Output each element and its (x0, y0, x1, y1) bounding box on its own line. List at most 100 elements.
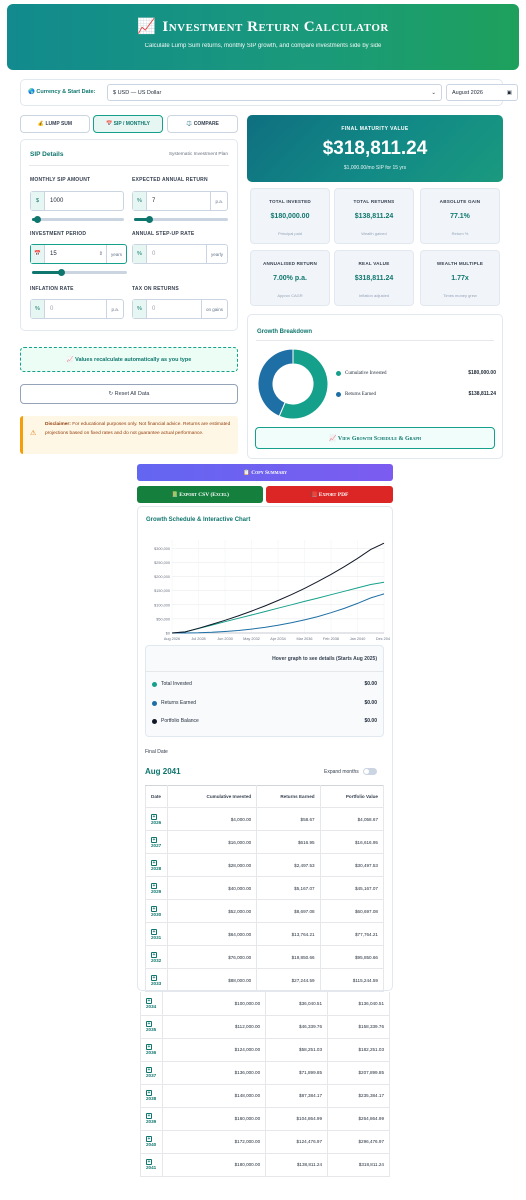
y-tick-label: $200,000 (154, 575, 170, 579)
schedule-table-top: Date Cumulative Invested Returns Earned … (144, 785, 385, 992)
investment-period-slider[interactable] (32, 269, 127, 276)
table-row[interactable]: +2034 $100,000.00 $36,040.51 $136,040.51 (140, 992, 390, 1016)
stat-note: Approx CAGR (277, 293, 303, 298)
table-row[interactable]: +2040 $172,000.00 $124,476.97 $296,476.97 (140, 1130, 390, 1154)
copy-summary-button[interactable]: 📋 Copy Summary (137, 464, 393, 481)
monthly-sip-input[interactable]: $1000 (30, 191, 124, 211)
stat-note: Return % (451, 231, 469, 236)
stat-value: 1.77x (451, 275, 469, 282)
invested-cell: $76,000.00 (167, 945, 258, 969)
returns-cell: $71,899.85 (265, 1061, 329, 1085)
year-cell: +2030 (144, 899, 169, 923)
invested-cell: $40,000.00 (167, 876, 258, 900)
step-up-input[interactable]: % 0 yearly (132, 244, 228, 264)
start-date-input[interactable]: August 2026 ▣ (446, 84, 518, 101)
toggle-switch[interactable] (362, 768, 377, 775)
year-cell: +2033 (144, 968, 169, 992)
returns-cell: $138,811.24 (265, 1153, 329, 1177)
stat-card: ANNUALISED RETURN 7.00% p.a. Approx CAGR (250, 250, 330, 306)
portfolio-cell: $4,058.67 (320, 807, 385, 831)
stat-card: TOTAL RETURNS $138,811.24 Wealth gained (334, 188, 414, 244)
sip-title: SIP Details (30, 151, 64, 158)
year-cell: +2041 (140, 1153, 163, 1177)
monthly-sip-slider[interactable] (32, 216, 124, 223)
table-row[interactable]: +2026 $4,000.00 $58.67 $4,058.67 (144, 807, 385, 831)
invested-cell: $4,000.00 (167, 807, 258, 831)
hover-title: Hover graph to see details (Starts Aug 2… (272, 656, 377, 662)
table-row[interactable]: +2041 $180,000.00 $138,811.24 $318,811.24 (140, 1153, 390, 1177)
returns-cell: $58,251.03 (265, 1038, 329, 1062)
growth-line-chart[interactable]: $0 $50,000 $100,000 $150,000 $200,000 $250,00… (140, 530, 390, 648)
expected-return-input[interactable]: % 7 p.a. (132, 191, 228, 211)
table-row[interactable]: +2030 $52,000.00 $8,697.08 $60,697.08 (144, 899, 385, 923)
portfolio-cell: $16,616.95 (320, 830, 385, 854)
portfolio-cell: $60,697.08 (320, 899, 385, 923)
chart-up-icon: 📈 (137, 19, 157, 35)
dot-invested (152, 681, 157, 687)
table-row[interactable]: +2035 $112,000.00 $46,339.76 $158,339.76 (140, 1015, 390, 1039)
table-row[interactable]: +2037 $136,000.00 $71,899.85 $207,899.85 (140, 1061, 390, 1085)
stat-value: $318,811.24 (354, 275, 394, 282)
tax-input[interactable]: % 0 on gains (132, 299, 228, 319)
inflation-input[interactable]: % 0 p.a. (30, 299, 124, 319)
stat-label: TOTAL RETURNS (353, 199, 395, 204)
monthly-sip-label: MONTHLY SIP AMOUNT (30, 177, 91, 183)
view-schedule-button[interactable]: 📈 View Growth Schedule & Graph (255, 427, 495, 449)
year-label: 2036 (146, 1050, 157, 1055)
invested-cell: $136,000.00 (162, 1061, 267, 1085)
app-subtitle: Calculate Lump Sum returns, monthly SIP … (144, 43, 382, 49)
calendar-icon: ▣ (506, 89, 512, 96)
returns-cell: $13,764.21 (256, 922, 321, 946)
slider-knob[interactable] (146, 216, 154, 223)
invested-cell: $180,000.00 (162, 1153, 267, 1177)
portfolio-cell: $158,339.76 (327, 1015, 390, 1039)
tab-compare[interactable]: ⚖️ COMPARE (167, 115, 238, 133)
table-row[interactable]: +2031 $64,000.00 $13,764.21 $77,764.21 (144, 922, 385, 946)
stepper-arrows-icon[interactable]: ⇕ (99, 251, 106, 257)
divider (29, 165, 229, 166)
disclaimer: ⚠ Disclaimer: For educational purposes on… (20, 416, 238, 454)
invested-cell: $52,000.00 (167, 899, 258, 923)
export-pdf-button[interactable]: 📕 Export PDF (266, 486, 393, 503)
portfolio-cell: $115,244.59 (320, 968, 385, 992)
tab-sip-monthly[interactable]: 📅 SIP / MONTHLY (93, 115, 163, 133)
x-tick-label: Jul 2028 (191, 637, 205, 641)
table-row[interactable]: +2028 $28,000.00 $2,497.53 $30,497.53 (144, 853, 385, 877)
tab-lump-sum[interactable]: 💰 LUMP SUM (20, 115, 90, 133)
returns-cell: $87,384.17 (265, 1084, 329, 1108)
y-tick-label: $300,000 (154, 547, 170, 551)
investment-period-input[interactable]: 📅 15 ⇕ years (30, 244, 127, 264)
expand-months-toggle[interactable]: Expand months (324, 768, 377, 775)
table-row[interactable]: +2039 $160,000.00 $104,864.99 $264,864.99 (140, 1107, 390, 1131)
invested-cell: $112,000.00 (162, 1015, 267, 1039)
stat-value: 77.1% (450, 213, 470, 220)
x-tick-label: May 2032 (243, 637, 260, 641)
year-label: 2032 (151, 957, 162, 963)
maturity-value: $318,811.24 (322, 138, 428, 159)
table-row[interactable]: +2029 $40,000.00 $5,167.07 $45,167.07 (144, 876, 385, 900)
year-cell: +2035 (140, 1015, 163, 1039)
x-tick-label: Jun 2030 (217, 637, 233, 641)
invested-cell: $148,000.00 (162, 1084, 267, 1108)
x-tick-label: Feb 2038 (323, 637, 339, 641)
reset-button[interactable]: ↻ Reset All Data (20, 384, 238, 404)
currency-select[interactable]: $ USD — US Dollar ⌄ (107, 84, 442, 101)
year-cell: +2032 (144, 945, 169, 969)
table-header-row: Date Cumulative Invested Returns Earned … (144, 785, 385, 808)
slider-knob[interactable] (33, 216, 41, 223)
portfolio-cell: $95,850.66 (320, 945, 385, 969)
slider-knob[interactable] (57, 269, 65, 276)
portfolio-cell: $296,476.97 (327, 1130, 390, 1154)
table-row[interactable]: +2032 $76,000.00 $19,850.66 $95,850.66 (144, 945, 385, 969)
table-row[interactable]: +2027 $16,000.00 $616.95 $16,616.95 (144, 830, 385, 854)
returns-cell: $124,476.97 (265, 1130, 329, 1154)
table-row[interactable]: +2033 $88,000.00 $27,244.59 $115,244.59 (144, 968, 385, 992)
expected-return-slider[interactable] (134, 216, 228, 223)
table-row[interactable]: +2036 $124,000.00 $58,251.03 $182,251.03 (140, 1038, 390, 1062)
breakdown-title: Growth Breakdown (257, 329, 313, 335)
table-row[interactable]: +2038 $148,000.00 $87,384.17 $235,384.17 (140, 1084, 390, 1108)
legend-returns: Returns Earned $138,811.24 (336, 391, 496, 397)
maturity-card: FINAL MATURITY VALUE $318,811.24 $1,000.… (247, 115, 503, 182)
hover-row-invested: Total Invested $0.00 (152, 681, 377, 687)
export-csv-button[interactable]: 📗 Export CSV (Excel) (137, 486, 263, 503)
